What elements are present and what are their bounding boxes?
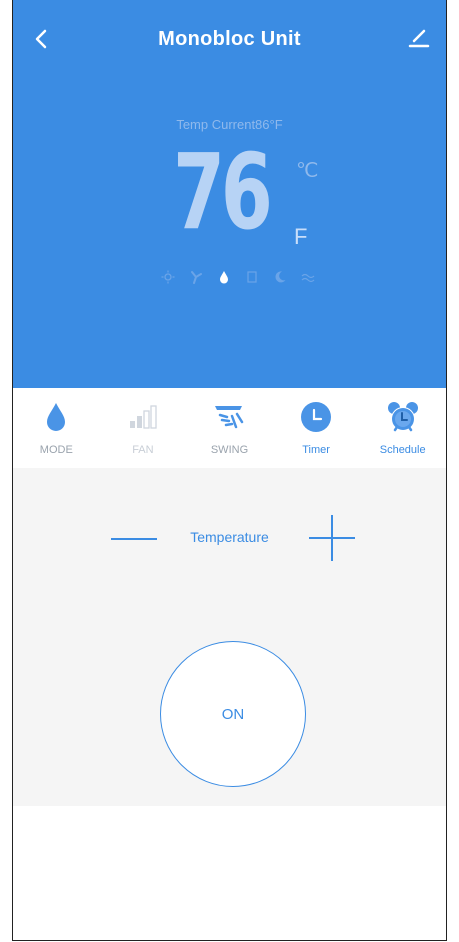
schedule-label: Schedule (379, 444, 426, 456)
timer-button[interactable]: Timer (273, 388, 360, 468)
increase-temperature-button[interactable] (309, 515, 355, 561)
celsius-unit[interactable]: ℃ (296, 158, 318, 183)
edit-icon (408, 29, 430, 48)
fan-button[interactable]: FAN (100, 388, 187, 468)
mode-label: MODE (39, 444, 73, 456)
fahrenheit-unit[interactable]: F (294, 224, 307, 250)
current-temperature: Temp Current86°F (176, 117, 283, 132)
control-panel: Temperature ON (13, 468, 446, 806)
drop-icon (217, 270, 231, 284)
page-title: Monobloc Unit (158, 28, 301, 50)
clock-icon (301, 402, 332, 432)
sun-icon (161, 270, 175, 284)
wave-icon (301, 270, 315, 284)
fan-icon (189, 270, 203, 284)
signal-bars-icon (129, 405, 157, 429)
mode-indicator-row (161, 270, 315, 284)
edit-button[interactable] (406, 24, 432, 50)
timer-label: Timer (302, 444, 330, 456)
swing-icon (215, 406, 244, 429)
fan-label: FAN (132, 444, 154, 456)
swing-button[interactable]: SWING (186, 388, 273, 468)
temperature-label: Temperature (190, 529, 269, 545)
drop-icon (47, 403, 66, 431)
power-button[interactable]: ON (160, 641, 306, 787)
alarm-clock-icon (387, 402, 418, 432)
power-label: ON (221, 705, 245, 723)
moon-icon (273, 270, 287, 284)
app-screen: Monobloc Unit Temp Current86°F 76 ℃ F MO… (12, 0, 447, 941)
auto-icon (245, 270, 259, 284)
set-temperature-value: 76 (173, 131, 273, 253)
status-panel: Monobloc Unit Temp Current86°F 76 ℃ F (13, 0, 446, 388)
swing-label: SWING (210, 444, 249, 456)
function-toolbar: MODE FAN SWING Timer Schedule (13, 388, 446, 468)
mode-button[interactable]: MODE (13, 388, 100, 468)
schedule-button[interactable]: Schedule (359, 388, 446, 468)
